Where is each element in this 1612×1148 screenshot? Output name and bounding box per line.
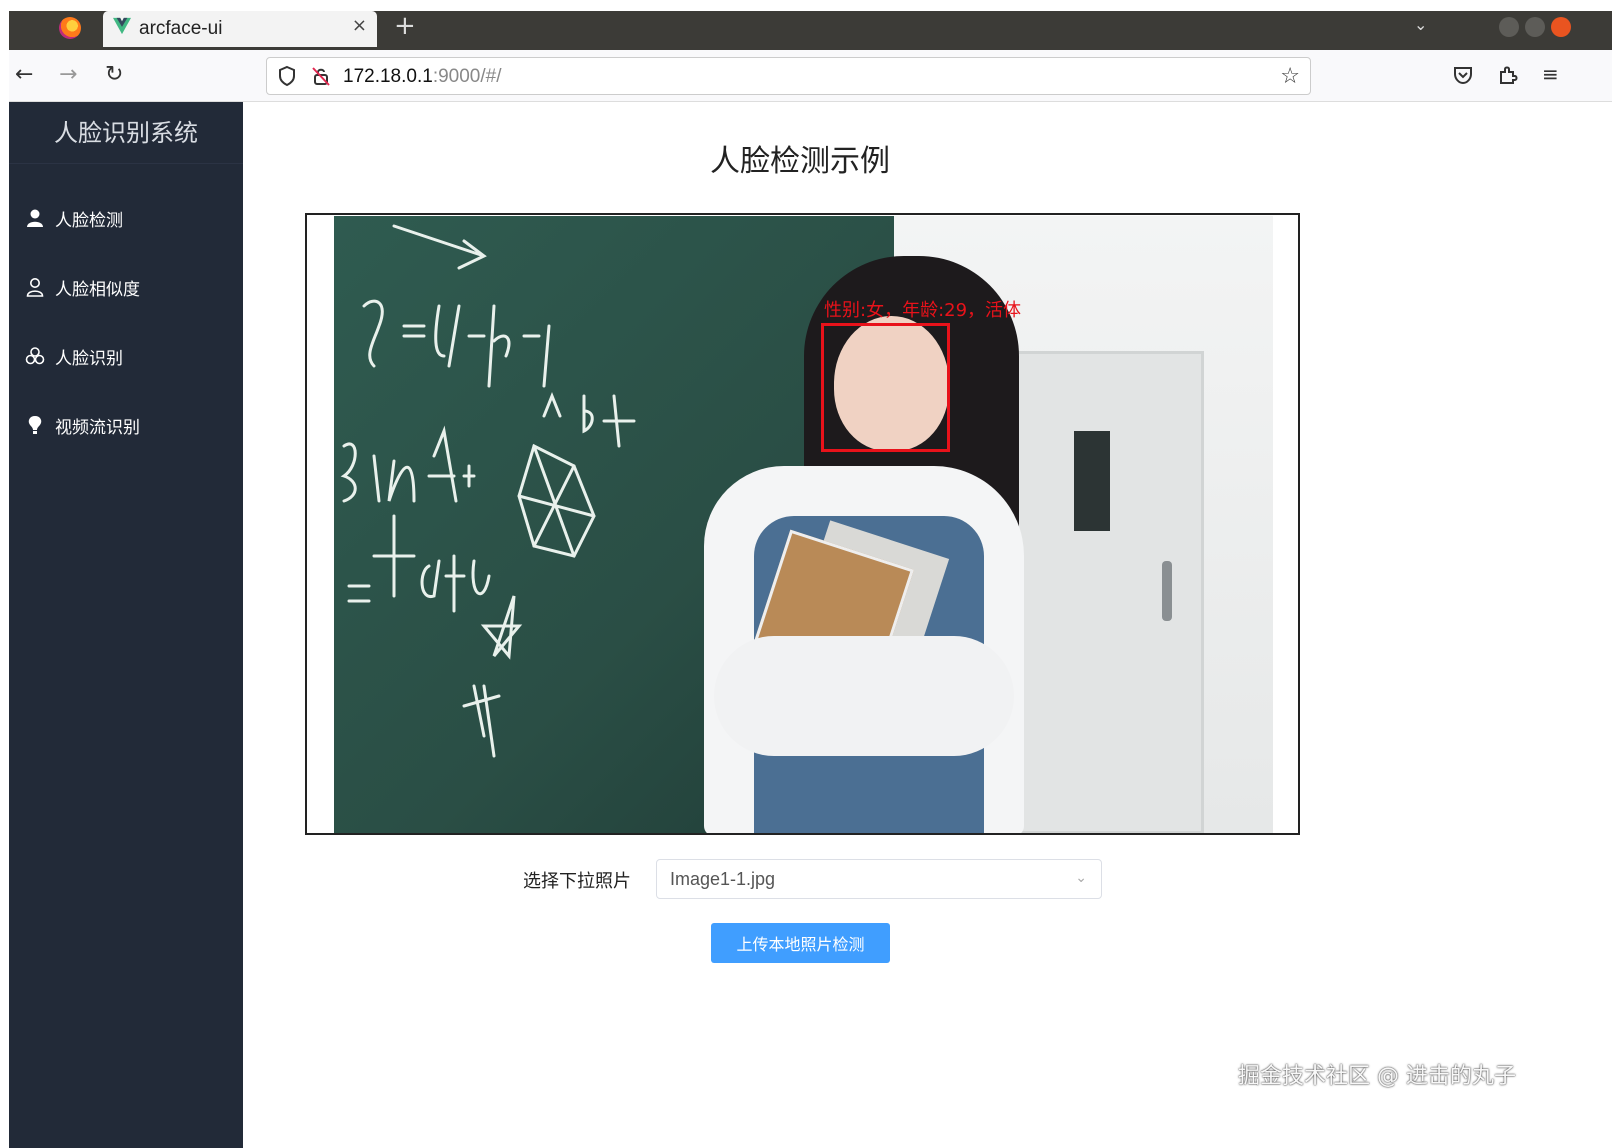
face-attributes-label: 性别:女，年龄:29，活体 (824, 300, 1022, 321)
sidebar-item-label: 人脸检测 (55, 210, 123, 231)
sidebar-item-label: 视频流识别 (55, 417, 140, 438)
url-text[interactable]: 172.18.0.1:9000/#/ (343, 66, 501, 88)
chevron-down-icon[interactable]: ⌄ (1075, 870, 1087, 886)
door-window (1074, 431, 1110, 531)
screen: arcface-ui × + ⌄ ← → ↻ 172.18.0.1:9000/#… (0, 0, 1612, 1148)
sidebar: 人脸识别系统 人脸检测 人脸相似度 人脸识别 视频流识别 (9, 102, 243, 1148)
browser-tab[interactable]: arcface-ui × (103, 11, 377, 47)
user-outline-icon (26, 278, 44, 297)
page-title: 人脸检测示例 (710, 144, 890, 179)
sidebar-item-label: 人脸相似度 (55, 279, 140, 300)
browser-nav-bar: ← → ↻ 172.18.0.1:9000/#/ ☆ ≡ (9, 50, 1612, 102)
face-bounding-box (821, 323, 950, 452)
pocket-icon[interactable] (1452, 64, 1474, 86)
window-close-button[interactable] (1551, 17, 1571, 37)
sidebar-item-face-detection[interactable]: 人脸检测 (9, 190, 243, 246)
sidebar-item-label: 人脸识别 (55, 348, 123, 369)
shield-icon[interactable] (277, 65, 297, 87)
reload-icon[interactable]: ↻ (105, 62, 123, 87)
minimize-button[interactable] (1499, 17, 1519, 37)
insecure-lock-icon[interactable] (311, 65, 331, 87)
select-value: Image1-1.jpg (670, 869, 776, 889)
upload-local-photo-button[interactable]: 上传本地照片检测 (711, 923, 890, 963)
detection-image-frame: 性别:女，年龄:29，活体 (305, 213, 1300, 835)
photo-select[interactable]: Image1-1.jpg ⌄ (656, 859, 1102, 899)
browser-tab-bar: arcface-ui × + ⌄ (9, 11, 1612, 50)
bookmark-star-icon[interactable]: ☆ (1280, 64, 1300, 89)
url-bar[interactable]: 172.18.0.1:9000/#/ ☆ (266, 57, 1311, 95)
user-filled-icon (27, 209, 43, 227)
vue-logo-icon (113, 17, 131, 35)
chevron-down-icon[interactable]: ⌄ (1414, 15, 1427, 34)
forward-arrow-icon[interactable]: → (59, 62, 77, 87)
bulb-icon (28, 416, 42, 434)
new-tab-button[interactable]: + (394, 11, 416, 41)
circles-icon (25, 347, 45, 365)
door-handle (1162, 561, 1172, 621)
sidebar-title: 人脸识别系统 (9, 102, 243, 164)
firefox-logo-icon (59, 17, 81, 39)
back-arrow-icon[interactable]: ← (15, 62, 33, 87)
tab-title: arcface-ui (139, 18, 223, 39)
maximize-button[interactable] (1525, 17, 1545, 37)
url-host: 172.18.0.1 (343, 66, 433, 87)
door (1004, 351, 1204, 833)
extensions-icon[interactable] (1497, 64, 1519, 86)
menu-hamburger-icon[interactable]: ≡ (1542, 62, 1559, 86)
sidebar-item-face-similarity[interactable]: 人脸相似度 (9, 259, 243, 315)
select-photo-label: 选择下拉照片 (523, 871, 631, 892)
sidebar-item-video-stream[interactable]: 视频流识别 (9, 397, 243, 453)
url-path: :9000/#/ (432, 66, 502, 87)
detection-photo: 性别:女，年龄:29，活体 (334, 216, 1273, 833)
sidebar-item-face-recognition[interactable]: 人脸识别 (9, 328, 243, 384)
close-tab-icon[interactable]: × (352, 15, 367, 36)
watermark: 掘金技术社区 @ 进击的丸子 (1238, 1064, 1516, 1089)
person-arms (714, 636, 1014, 756)
